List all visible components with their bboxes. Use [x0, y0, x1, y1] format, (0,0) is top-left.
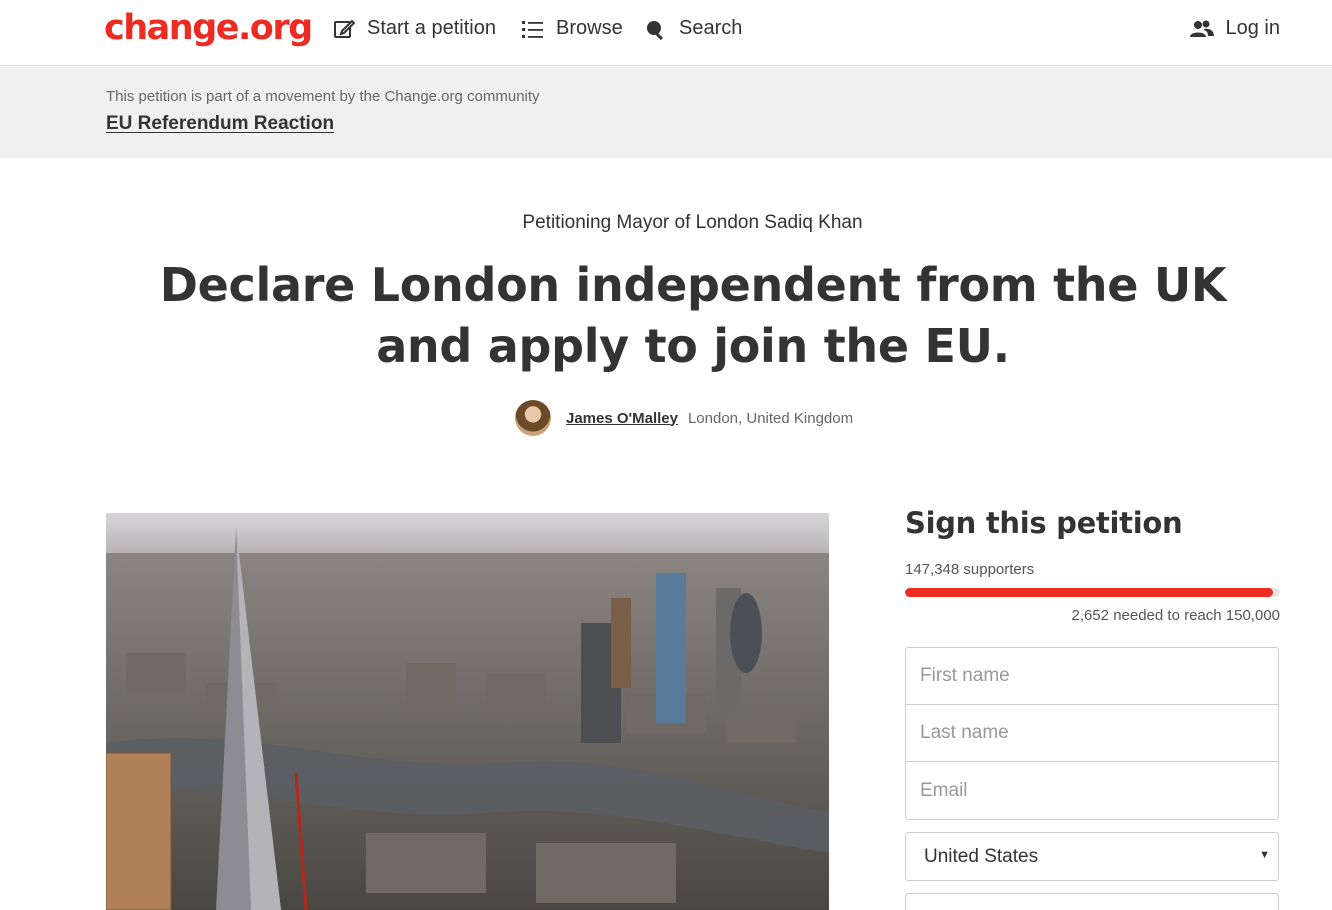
- change-org-logo[interactable]: change.org: [104, 8, 313, 48]
- signatures-needed: 2,652 needed to reach 150,000: [1071, 607, 1280, 624]
- login-label: Log in: [1225, 17, 1281, 39]
- first-name-row: [906, 648, 1278, 705]
- avatar[interactable]: [515, 400, 551, 436]
- user-group-icon: [1189, 20, 1214, 37]
- country-select[interactable]: United States ▼: [905, 832, 1279, 881]
- london-skyline-image: [106, 513, 829, 910]
- sign-petition-heading: Sign this petition: [905, 506, 1183, 540]
- author-name-link[interactable]: James O'Malley: [566, 410, 678, 427]
- start-petition-link[interactable]: Start a petition: [333, 17, 496, 40]
- login-link[interactable]: Log in: [1189, 17, 1281, 40]
- search-label: Search: [679, 17, 743, 39]
- movement-text: This petition is part of a movement by t…: [106, 88, 540, 105]
- petition-image: [106, 513, 829, 910]
- last-name-row: [906, 705, 1278, 762]
- signature-progress-bar: [905, 588, 1280, 597]
- list-icon: [522, 20, 543, 38]
- petition-author: James O'Malley London, United Kingdom: [515, 400, 853, 436]
- signer-details-form: [905, 647, 1279, 820]
- email-input[interactable]: [920, 779, 1264, 802]
- start-petition-label: Start a petition: [367, 17, 496, 39]
- search-link[interactable]: Search: [645, 17, 742, 40]
- country-value: United States: [924, 845, 1039, 867]
- last-name-input[interactable]: [920, 722, 1264, 744]
- browse-label: Browse: [556, 17, 623, 39]
- petition-title: Declare London independent from the UK a…: [159, 258, 1227, 373]
- movement-link[interactable]: EU Referendum Reaction: [106, 113, 334, 135]
- petition-target: Petitioning Mayor of London Sadiq Khan: [522, 212, 863, 233]
- browse-link[interactable]: Browse: [522, 17, 623, 40]
- first-name-input[interactable]: [920, 665, 1264, 687]
- supporter-count: 147,348 supporters: [905, 561, 1035, 578]
- caret-down-icon: ▼: [1259, 849, 1270, 861]
- search-icon: [647, 20, 663, 40]
- next-form-field[interactable]: [905, 893, 1279, 910]
- movement-banner: This petition is part of a movement by t…: [0, 66, 1332, 158]
- progress-fill: [905, 588, 1274, 597]
- email-row: [906, 762, 1278, 819]
- site-header: change.org Start a petition Browse Searc…: [0, 0, 1332, 66]
- author-location: London, United Kingdom: [687, 409, 854, 427]
- edit-icon: [334, 19, 355, 38]
